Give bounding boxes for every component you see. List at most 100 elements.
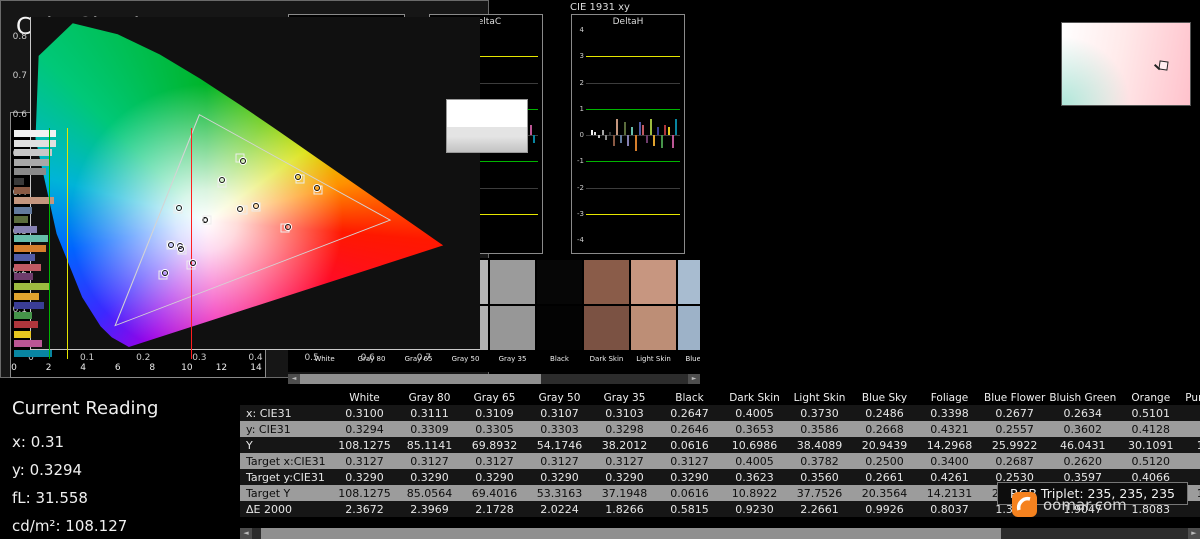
column-header: White bbox=[349, 391, 380, 404]
scroll-right-button[interactable]: ► bbox=[688, 374, 700, 384]
delta-bar bbox=[675, 119, 678, 135]
table-cell: 0.3586 bbox=[800, 422, 839, 436]
delta-bar bbox=[645, 135, 648, 143]
delta-bar bbox=[594, 132, 597, 135]
swatch-actual[interactable] bbox=[678, 260, 700, 304]
axis-tick-label: -2 bbox=[577, 183, 584, 192]
chart-title: CIE 1931 xy bbox=[570, 2, 630, 13]
table-cell: 0.3109 bbox=[475, 406, 514, 420]
table-cell: 0.3730 bbox=[800, 406, 839, 420]
swatch-actual[interactable] bbox=[490, 260, 535, 304]
table-cell: 0.3602 bbox=[1063, 422, 1103, 436]
cie-measured-marker bbox=[294, 174, 301, 181]
table-cell: 0.2661 bbox=[865, 470, 904, 484]
table-cell: 14.2131 bbox=[926, 486, 973, 500]
axis-tick-label: 0.7 bbox=[416, 353, 432, 363]
table-cell: 0.3127 bbox=[540, 454, 579, 468]
colorchecker-app: ColorChecker Avg dE2000: 1.28 Max dE2000… bbox=[0, 0, 1200, 539]
row-label: y: CIE31 bbox=[246, 422, 291, 436]
table-cell: 30.1091 bbox=[1128, 438, 1174, 452]
table-row: x: CIE31 0.3100 0.3111 0.3109 0.3107 0.3103 0.… bbox=[240, 405, 1200, 421]
scroll-right-button[interactable]: ► bbox=[1188, 528, 1200, 539]
delta-bar bbox=[653, 135, 656, 146]
deltae-bars bbox=[14, 128, 262, 359]
deltae-bar bbox=[14, 330, 31, 338]
swatch-label: Light Skin bbox=[636, 355, 671, 363]
deltah-chart: DeltaH 4 3 2 1 0 -1 -2 -3 -4 bbox=[571, 14, 685, 254]
scrollbar-track[interactable] bbox=[252, 528, 1188, 539]
cie-measured-marker bbox=[218, 177, 225, 184]
axis-tick-label: 8 bbox=[149, 363, 156, 373]
deltae-bar bbox=[14, 283, 50, 290]
table-cell: 54.1746 bbox=[536, 438, 583, 452]
delta-bar bbox=[667, 127, 670, 135]
swatch-label: Black bbox=[550, 355, 569, 363]
table-cell: 0.3100 bbox=[345, 406, 384, 420]
table-cell: 85.0564 bbox=[406, 486, 453, 500]
delta-bar bbox=[631, 127, 634, 135]
scrollbar-thumb[interactable] bbox=[300, 374, 541, 384]
column-header: Gray 80 bbox=[408, 391, 451, 404]
table-cell: 0.3398 bbox=[930, 406, 969, 420]
deltae-bar bbox=[14, 349, 52, 357]
table-cell: 0.3111 bbox=[410, 406, 449, 420]
axis-tick-label: 2 bbox=[45, 363, 52, 373]
delta-bar bbox=[612, 135, 615, 146]
delta-bar bbox=[590, 129, 593, 135]
scroll-left-button[interactable]: ◄ bbox=[240, 528, 252, 539]
row-label: Target y:CIE31 bbox=[246, 470, 325, 484]
deltae-bar bbox=[14, 149, 53, 157]
axis-tick-label: 0 bbox=[579, 131, 584, 139]
column-header: Orange bbox=[1131, 391, 1171, 404]
axis-tick-label: 0.6 bbox=[12, 109, 27, 120]
table-cell: 38.2012 bbox=[601, 438, 648, 452]
axis-tick-label: 0 bbox=[11, 363, 17, 373]
table-cell: 0.4005 bbox=[735, 454, 774, 468]
table-cell: 10.8922 bbox=[731, 486, 778, 500]
deltae-bar bbox=[14, 225, 38, 233]
axis-tick-label: 0.7 bbox=[12, 70, 27, 81]
table-cell: 0.3127 bbox=[670, 454, 709, 468]
swatch-actual[interactable] bbox=[631, 260, 676, 304]
swatch-target[interactable] bbox=[678, 306, 700, 350]
table-scrollbar[interactable]: ◄ ► bbox=[240, 528, 1200, 539]
deltae-bar bbox=[14, 254, 36, 262]
patch-navigator[interactable] bbox=[1061, 22, 1191, 106]
scrollbar-thumb[interactable] bbox=[261, 528, 1001, 539]
table-cell: 0.2500 bbox=[865, 454, 904, 468]
scroll-left-button[interactable]: ◄ bbox=[288, 374, 300, 384]
swatch-label: Dark Skin bbox=[589, 355, 624, 363]
table-cell: 0.3290 bbox=[345, 470, 384, 484]
column-header: Black bbox=[675, 391, 704, 404]
watermark-logo-icon bbox=[1012, 492, 1037, 517]
deltah-plot: 4 3 2 1 0 -1 -2 -3 -4 bbox=[577, 26, 680, 244]
reference-line bbox=[49, 128, 51, 359]
swatch-target[interactable] bbox=[537, 306, 582, 350]
reference-line bbox=[586, 108, 680, 110]
column-header: Gray 65 bbox=[473, 391, 516, 404]
reading-cdm2: cd/m²: 108.127 bbox=[12, 517, 128, 535]
scrollbar-track[interactable] bbox=[300, 374, 688, 384]
cie-measured-marker bbox=[178, 246, 185, 253]
swatch-actual[interactable] bbox=[584, 260, 629, 304]
axis-tick-label: 12 bbox=[215, 363, 228, 373]
table-cell: 0.2557 bbox=[995, 422, 1034, 436]
swatch-target[interactable] bbox=[490, 306, 535, 350]
delta-bar bbox=[620, 135, 623, 143]
row-label: ΔE 2000 bbox=[246, 502, 292, 516]
table-cell: 0.3294 bbox=[345, 422, 384, 436]
table-cell: 0.3127 bbox=[605, 454, 644, 468]
table-cell: 0.2379 bbox=[1183, 405, 1200, 421]
table-cell: 0.3127 bbox=[345, 454, 384, 468]
cie-measured-marker bbox=[189, 260, 196, 267]
table-header-row: White Gray 80 Gray 65 Gray 50 Gray 35 Black Da… bbox=[240, 390, 1200, 405]
swatch-scrollbar[interactable]: ◄ ► bbox=[288, 374, 700, 384]
grid-line bbox=[586, 187, 680, 189]
deltae-bar bbox=[14, 263, 41, 271]
table-cell: 0.5120 bbox=[1131, 454, 1171, 468]
deltae-bar bbox=[14, 321, 38, 329]
swatch-target[interactable] bbox=[584, 306, 629, 350]
table-cell: 14.2968 bbox=[926, 438, 973, 452]
swatch-target[interactable] bbox=[631, 306, 676, 350]
swatch-actual[interactable] bbox=[537, 260, 582, 304]
